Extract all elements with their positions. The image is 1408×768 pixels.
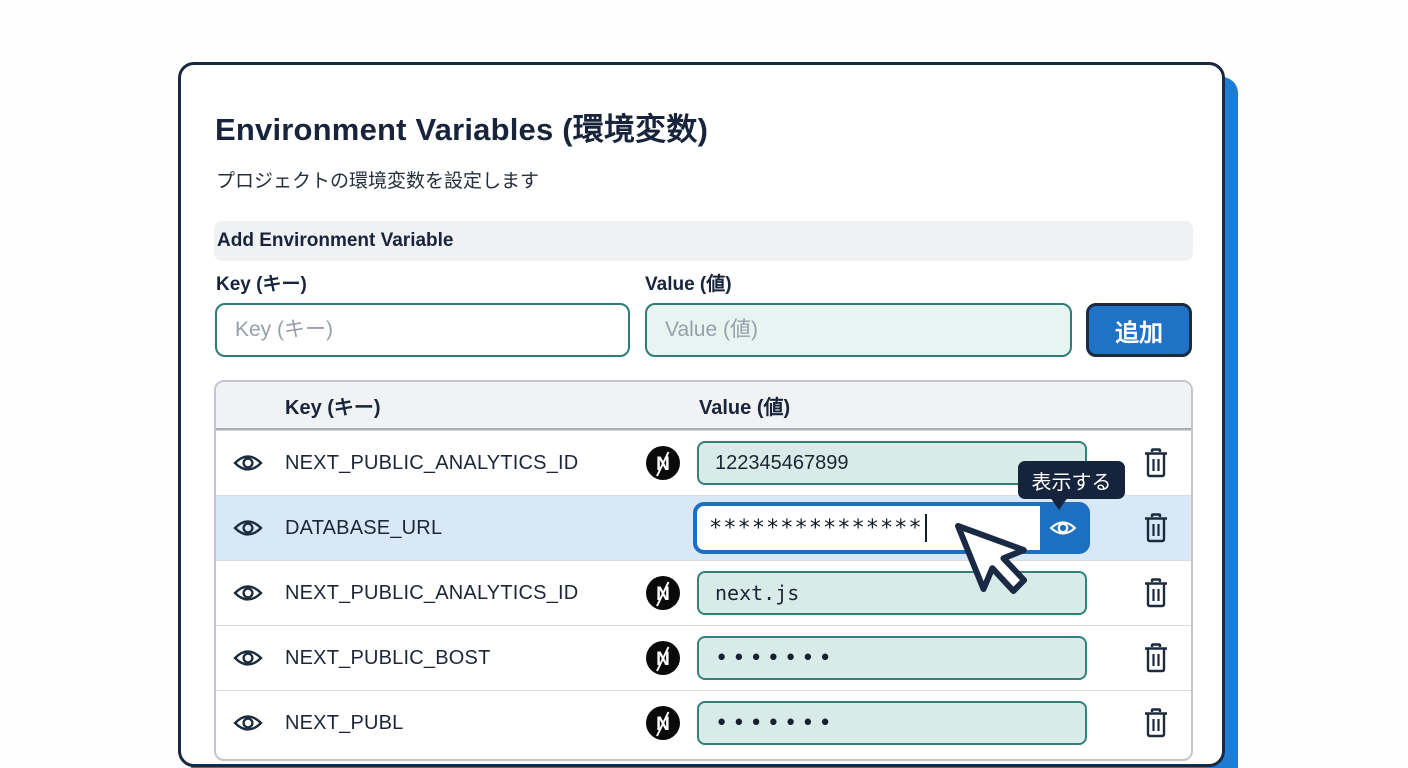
env-key-name: NEXT_PUBLIC_ANALYTICS_ID	[285, 452, 578, 475]
page-title: Environment Variables (環境変数)	[215, 104, 708, 149]
eye-icon	[1049, 517, 1077, 539]
env-value-field[interactable]: •••••••	[697, 636, 1087, 680]
env-value-field[interactable]: next.js	[697, 571, 1087, 615]
table-header-key: Key (キー)	[285, 391, 381, 420]
trash-icon[interactable]	[1142, 448, 1170, 478]
nextjs-logo: N	[645, 640, 681, 676]
table-row: NEXT_PUBL N •••••••	[216, 690, 1191, 755]
text-caret	[925, 514, 927, 542]
page-subtitle: プロジェクトの環境変数を設定します	[216, 166, 539, 193]
focused-value-control: ***************	[693, 502, 1090, 554]
add-section-header: Add Environment Variable	[214, 221, 1193, 261]
reveal-value-button[interactable]	[1040, 506, 1086, 550]
add-section-heading: Add Environment Variable	[214, 230, 454, 252]
nextjs-logo: N	[645, 445, 681, 481]
table-header-value: Value (値)	[699, 391, 790, 420]
eye-icon[interactable]	[233, 516, 263, 540]
reveal-tooltip: 表示する	[1018, 461, 1125, 499]
key-field-label: Key (キー)	[216, 269, 307, 296]
env-key-name: NEXT_PUBLIC_BOST	[285, 647, 491, 670]
trash-icon[interactable]	[1142, 578, 1170, 608]
eye-icon[interactable]	[233, 451, 263, 475]
env-key-name: NEXT_PUBLIC_ANALYTICS_ID	[285, 582, 578, 605]
reveal-tooltip-label: 表示する	[1032, 466, 1112, 495]
eye-icon[interactable]	[233, 711, 263, 735]
env-key-name: NEXT_PUBL	[285, 712, 404, 735]
key-input[interactable]	[215, 303, 630, 357]
env-key-name: DATABASE_URL	[285, 517, 442, 540]
env-variables-table: Key (キー) Value (値) NEXT_PUBLIC_ANALYTICS…	[214, 380, 1193, 761]
eye-icon[interactable]	[233, 581, 263, 605]
table-row-selected: DATABASE_URL ***************	[216, 495, 1191, 560]
value-field-label: Value (値)	[645, 269, 732, 296]
nextjs-logo: N	[645, 705, 681, 741]
trash-icon[interactable]	[1142, 513, 1170, 543]
table-row: NEXT_PUBLIC_ANALYTICS_ID N next.js	[216, 560, 1191, 625]
eye-icon[interactable]	[233, 646, 263, 670]
trash-icon[interactable]	[1142, 643, 1170, 673]
add-button[interactable]: 追加	[1086, 303, 1192, 357]
masked-value-input[interactable]: ***************	[697, 506, 1040, 550]
nextjs-logo: N	[645, 575, 681, 611]
page-root: Environment Variables (環境変数) プロジェクトの環境変数…	[0, 0, 1408, 768]
trash-icon[interactable]	[1142, 708, 1170, 738]
value-input[interactable]	[645, 303, 1072, 357]
table-row: NEXT_PUBLIC_BOST N •••••••	[216, 625, 1191, 690]
env-value-field[interactable]: •••••••	[697, 701, 1087, 745]
table-header-row: Key (キー) Value (値)	[216, 382, 1191, 430]
